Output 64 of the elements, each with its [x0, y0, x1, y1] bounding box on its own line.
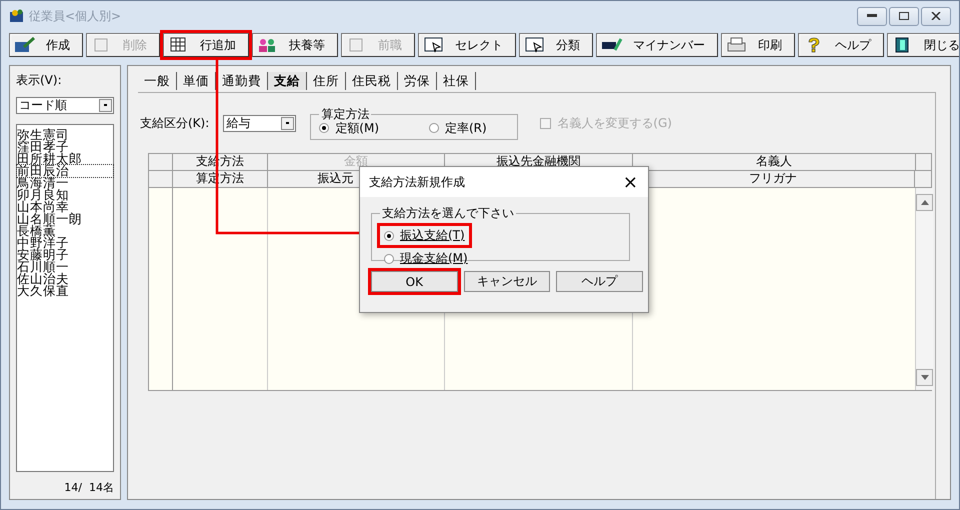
toolbar-button[interactable]: 印刷	[721, 33, 795, 57]
dialog-button[interactable]: OK	[371, 271, 458, 292]
scroll-down-icon[interactable]	[916, 369, 933, 386]
radio-option[interactable]: 現金支給(M)	[380, 249, 472, 268]
employee-item[interactable]: 安藤明子	[17, 249, 113, 261]
toolbar-button[interactable]: 作成	[9, 33, 83, 57]
pencil-icon	[14, 37, 36, 53]
scrollbar[interactable]	[916, 188, 933, 390]
radio-button[interactable]	[319, 123, 330, 133]
cursor-window-icon	[524, 37, 546, 53]
employee-item[interactable]: 鳥海清一	[17, 177, 113, 189]
toolbar-button[interactable]: ヘルプ	[798, 33, 884, 57]
radio-option[interactable]: 振込支給(T)	[380, 226, 469, 245]
radio-button[interactable]	[384, 254, 394, 264]
printer-icon	[726, 37, 748, 53]
employee-item[interactable]: 窪田孝子	[17, 141, 113, 153]
employee-item[interactable]: 石川順一	[17, 261, 113, 273]
calc-method-title: 算定方法	[320, 106, 370, 122]
payment-type-label: 支給区分(K):	[140, 114, 210, 132]
maximize-button[interactable]	[889, 6, 919, 26]
tab[interactable]: 社保	[437, 72, 476, 90]
radio-button[interactable]	[429, 123, 439, 133]
radio-button[interactable]	[384, 230, 394, 240]
dialog-button[interactable]: キャンセル	[464, 271, 550, 292]
display-label: 表示(V):	[16, 72, 63, 89]
toolbar-button[interactable]: 分類	[519, 33, 593, 57]
scroll-up-icon[interactable]	[916, 194, 933, 211]
maximize-icon	[899, 12, 909, 20]
employee-item[interactable]: 田所耕太郎	[17, 153, 113, 165]
tab[interactable]: 単価	[177, 72, 216, 90]
employee-item[interactable]: 弥生憲司	[17, 129, 113, 141]
pen-icon	[601, 37, 623, 53]
radio-option[interactable]: 定額(M)	[319, 123, 379, 133]
cursor-window-icon	[423, 37, 445, 53]
tab[interactable]: 労保	[398, 72, 437, 90]
payment-type-dropdown[interactable]: 給与	[223, 114, 296, 132]
tab[interactable]: 住所	[307, 72, 346, 90]
employee-item[interactable]: 山本尚幸	[17, 201, 113, 213]
employee-item[interactable]: 卯月良知	[17, 189, 113, 201]
employee-item[interactable]: 佐山治夫	[17, 273, 113, 285]
employee-item[interactable]: 中野洋子	[17, 237, 113, 249]
tab[interactable]: 一般	[138, 72, 177, 90]
employee-item[interactable]: 長橋薫	[17, 225, 113, 237]
payment-method-prompt: 支給方法を選んで下さい	[381, 205, 515, 222]
toolbar-button[interactable]: 扶養等	[252, 33, 338, 57]
close-button[interactable]	[921, 6, 951, 26]
close-icon	[931, 12, 941, 20]
minimize-icon	[867, 14, 877, 18]
minimize-button[interactable]	[857, 6, 887, 26]
toolbar-button[interactable]: マイナンバー	[596, 33, 718, 57]
radio-option[interactable]: 定率(R)	[429, 123, 487, 133]
employee-item[interactable]: 山名順一朗	[17, 213, 113, 225]
toolbar-button[interactable]: 行追加	[163, 33, 249, 57]
employee-count: 14/ 14名	[64, 480, 114, 495]
window-title: 従業員<個人別>	[29, 8, 122, 24]
tab[interactable]: 支給	[268, 72, 307, 90]
tab[interactable]: 住民税	[346, 72, 398, 90]
toolbar-button[interactable]: セレクト	[418, 33, 516, 57]
app-icon	[9, 8, 25, 24]
sort-dropdown[interactable]: コード順	[16, 97, 114, 114]
employee-item[interactable]: 前田辰治	[17, 165, 113, 177]
dialog-button[interactable]: ヘルプ	[556, 271, 644, 292]
toolbar-button[interactable]: 閉じる	[887, 33, 959, 57]
employee-item[interactable]: 大久保直	[17, 285, 113, 297]
